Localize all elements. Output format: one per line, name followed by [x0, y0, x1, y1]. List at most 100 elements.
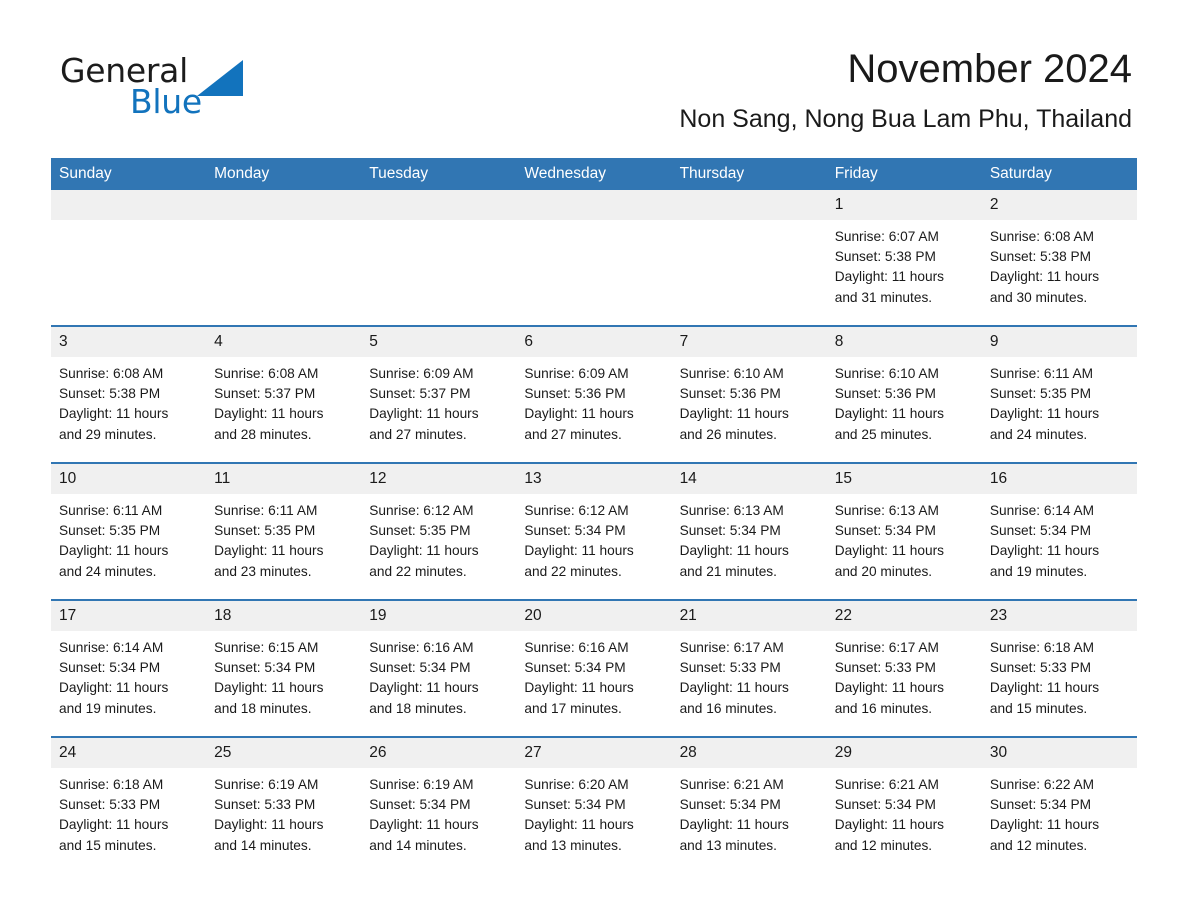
daylight-line2: and 14 minutes.: [369, 837, 467, 853]
general-blue-logo[interactable]: General Blue: [60, 52, 260, 121]
day-number: 1: [826, 190, 982, 220]
sunrise-text: Sunrise: 6:20 AM: [524, 777, 629, 792]
daylight-line2: and 15 minutes.: [989, 700, 1088, 716]
sunrise-text: Sunrise: 6:19 AM: [214, 777, 319, 792]
week-5-detail-row: Sunrise: 6:18 AM Sunset: 5:33 PM Dayligh…: [51, 768, 1137, 873]
day-cell[interactable]: Sunrise: 6:10 AM Sunset: 5:36 PM Dayligh…: [671, 357, 827, 462]
day-number: 25: [206, 738, 362, 768]
sunset-text: Sunset: 5:34 PM: [524, 797, 626, 813]
logo-text-blue: Blue: [130, 82, 202, 121]
day-cell[interactable]: Sunrise: 6:13 AM Sunset: 5:34 PM Dayligh…: [671, 494, 827, 599]
sunset-text: Sunset: 5:34 PM: [369, 660, 471, 676]
daylight-line1: Daylight: 11 hours: [59, 543, 169, 559]
sunrise-text: Sunrise: 6:10 AM: [834, 366, 939, 381]
day-cell[interactable]: Sunrise: 6:08 AM Sunset: 5:37 PM Dayligh…: [206, 357, 362, 462]
sunrise-sunset-calendar: Sunday Monday Tuesday Wednesday Thursday…: [51, 158, 1137, 873]
day-number: 24: [51, 738, 207, 768]
day-cell[interactable]: Sunrise: 6:08 AM Sunset: 5:38 PM Dayligh…: [981, 220, 1137, 325]
sunrise-text: Sunrise: 6:12 AM: [524, 503, 629, 518]
day-cell[interactable]: Sunrise: 6:12 AM Sunset: 5:35 PM Dayligh…: [361, 494, 517, 599]
day-cell[interactable]: Sunrise: 6:11 AM Sunset: 5:35 PM Dayligh…: [51, 494, 207, 599]
day-cell[interactable]: Sunrise: 6:12 AM Sunset: 5:34 PM Dayligh…: [516, 494, 672, 599]
daylight-line1: Daylight: 11 hours: [989, 817, 1100, 833]
daylight-line1: Daylight: 11 hours: [834, 817, 945, 833]
sunset-text: Sunset: 5:33 PM: [59, 797, 161, 813]
day-number: 5: [361, 327, 517, 357]
sunset-text: Sunset: 5:35 PM: [989, 386, 1092, 402]
day-cell[interactable]: Sunrise: 6:16 AM Sunset: 5:34 PM Dayligh…: [361, 631, 517, 736]
daylight-line2: and 29 minutes.: [59, 426, 157, 442]
daylight-line1: Daylight: 11 hours: [369, 680, 479, 696]
day-cell[interactable]: Sunrise: 6:21 AM Sunset: 5:34 PM Dayligh…: [826, 768, 982, 873]
weekday-header-thursday: Thursday: [671, 158, 827, 190]
daylight-line2: and 30 minutes.: [989, 289, 1088, 305]
sunset-text: Sunset: 5:35 PM: [59, 523, 161, 539]
daylight-line1: Daylight: 11 hours: [834, 543, 945, 559]
day-cell[interactable]: Sunrise: 6:13 AM Sunset: 5:34 PM Dayligh…: [826, 494, 982, 599]
day-cell[interactable]: Sunrise: 6:14 AM Sunset: 5:34 PM Dayligh…: [51, 631, 207, 736]
weekday-header-row: Sunday Monday Tuesday Wednesday Thursday…: [51, 158, 1137, 190]
week-2-daynum-row: 3 4 5 6 7 8 9: [51, 327, 1137, 357]
daylight-line2: and 21 minutes.: [679, 563, 777, 579]
weekday-header-monday: Monday: [206, 158, 362, 190]
sunset-text: Sunset: 5:37 PM: [369, 386, 471, 402]
day-cell[interactable]: Sunrise: 6:09 AM Sunset: 5:36 PM Dayligh…: [516, 357, 672, 462]
day-cell[interactable]: Sunrise: 6:19 AM Sunset: 5:34 PM Dayligh…: [361, 768, 517, 873]
daylight-line2: and 19 minutes.: [989, 563, 1088, 579]
sunset-text: Sunset: 5:38 PM: [989, 249, 1092, 265]
day-cell[interactable]: Sunrise: 6:07 AM Sunset: 5:38 PM Dayligh…: [826, 220, 982, 325]
day-cell[interactable]: Sunrise: 6:09 AM Sunset: 5:37 PM Dayligh…: [361, 357, 517, 462]
daylight-line2: and 24 minutes.: [989, 426, 1088, 442]
sunrise-text: Sunrise: 6:15 AM: [214, 640, 319, 655]
day-number: [671, 190, 827, 220]
day-cell[interactable]: Sunrise: 6:08 AM Sunset: 5:38 PM Dayligh…: [51, 357, 207, 462]
day-number: [51, 190, 207, 220]
day-number: 6: [516, 327, 672, 357]
day-cell[interactable]: [516, 220, 672, 325]
daylight-line2: and 18 minutes.: [369, 700, 467, 716]
sunset-text: Sunset: 5:34 PM: [989, 797, 1092, 813]
sunset-text: Sunset: 5:34 PM: [369, 797, 471, 813]
day-cell[interactable]: Sunrise: 6:21 AM Sunset: 5:34 PM Dayligh…: [671, 768, 827, 873]
day-cell[interactable]: Sunrise: 6:18 AM Sunset: 5:33 PM Dayligh…: [981, 631, 1137, 736]
day-cell[interactable]: Sunrise: 6:14 AM Sunset: 5:34 PM Dayligh…: [981, 494, 1137, 599]
day-cell[interactable]: Sunrise: 6:16 AM Sunset: 5:34 PM Dayligh…: [516, 631, 672, 736]
day-number: 18: [206, 601, 362, 631]
sunset-text: Sunset: 5:36 PM: [679, 386, 781, 402]
day-cell[interactable]: Sunrise: 6:11 AM Sunset: 5:35 PM Dayligh…: [981, 357, 1137, 462]
daylight-line1: Daylight: 11 hours: [834, 269, 945, 285]
day-cell[interactable]: Sunrise: 6:18 AM Sunset: 5:33 PM Dayligh…: [51, 768, 207, 873]
sunrise-text: Sunrise: 6:12 AM: [369, 503, 474, 518]
day-cell[interactable]: Sunrise: 6:15 AM Sunset: 5:34 PM Dayligh…: [206, 631, 362, 736]
day-cell[interactable]: Sunrise: 6:17 AM Sunset: 5:33 PM Dayligh…: [671, 631, 827, 736]
weekday-header-tuesday: Tuesday: [361, 158, 517, 190]
day-cell[interactable]: [361, 220, 517, 325]
sunrise-text: Sunrise: 6:18 AM: [989, 640, 1095, 655]
day-cell[interactable]: Sunrise: 6:10 AM Sunset: 5:36 PM Dayligh…: [826, 357, 982, 462]
week-3-daynum-row: 10 11 12 13 14 15 16: [51, 464, 1137, 494]
week-1-detail-row: Sunrise: 6:07 AM Sunset: 5:38 PM Dayligh…: [51, 220, 1137, 325]
day-number: 29: [826, 738, 982, 768]
sunrise-text: Sunrise: 6:17 AM: [834, 640, 939, 655]
day-cell[interactable]: Sunrise: 6:19 AM Sunset: 5:33 PM Dayligh…: [206, 768, 362, 873]
day-cell[interactable]: [671, 220, 827, 325]
daylight-line2: and 22 minutes.: [369, 563, 467, 579]
day-cell[interactable]: [51, 220, 207, 325]
daylight-line2: and 12 minutes.: [989, 837, 1088, 853]
daylight-line2: and 16 minutes.: [679, 700, 777, 716]
day-cell[interactable]: Sunrise: 6:22 AM Sunset: 5:34 PM Dayligh…: [981, 768, 1137, 873]
day-cell[interactable]: Sunrise: 6:11 AM Sunset: 5:35 PM Dayligh…: [206, 494, 362, 599]
day-cell[interactable]: Sunrise: 6:20 AM Sunset: 5:34 PM Dayligh…: [516, 768, 672, 873]
daylight-line1: Daylight: 11 hours: [369, 817, 479, 833]
daylight-line2: and 26 minutes.: [679, 426, 777, 442]
daylight-line1: Daylight: 11 hours: [989, 406, 1100, 422]
daylight-line2: and 20 minutes.: [834, 563, 933, 579]
sunrise-text: Sunrise: 6:09 AM: [524, 366, 629, 381]
daylight-line2: and 25 minutes.: [834, 426, 933, 442]
daylight-line1: Daylight: 11 hours: [524, 680, 634, 696]
day-cell[interactable]: [206, 220, 362, 325]
day-number: 14: [671, 464, 827, 494]
day-cell[interactable]: Sunrise: 6:17 AM Sunset: 5:33 PM Dayligh…: [826, 631, 982, 736]
daylight-line2: and 27 minutes.: [524, 426, 622, 442]
page-subtitle: Non Sang, Nong Bua Lam Phu, Thailand: [679, 105, 1132, 133]
